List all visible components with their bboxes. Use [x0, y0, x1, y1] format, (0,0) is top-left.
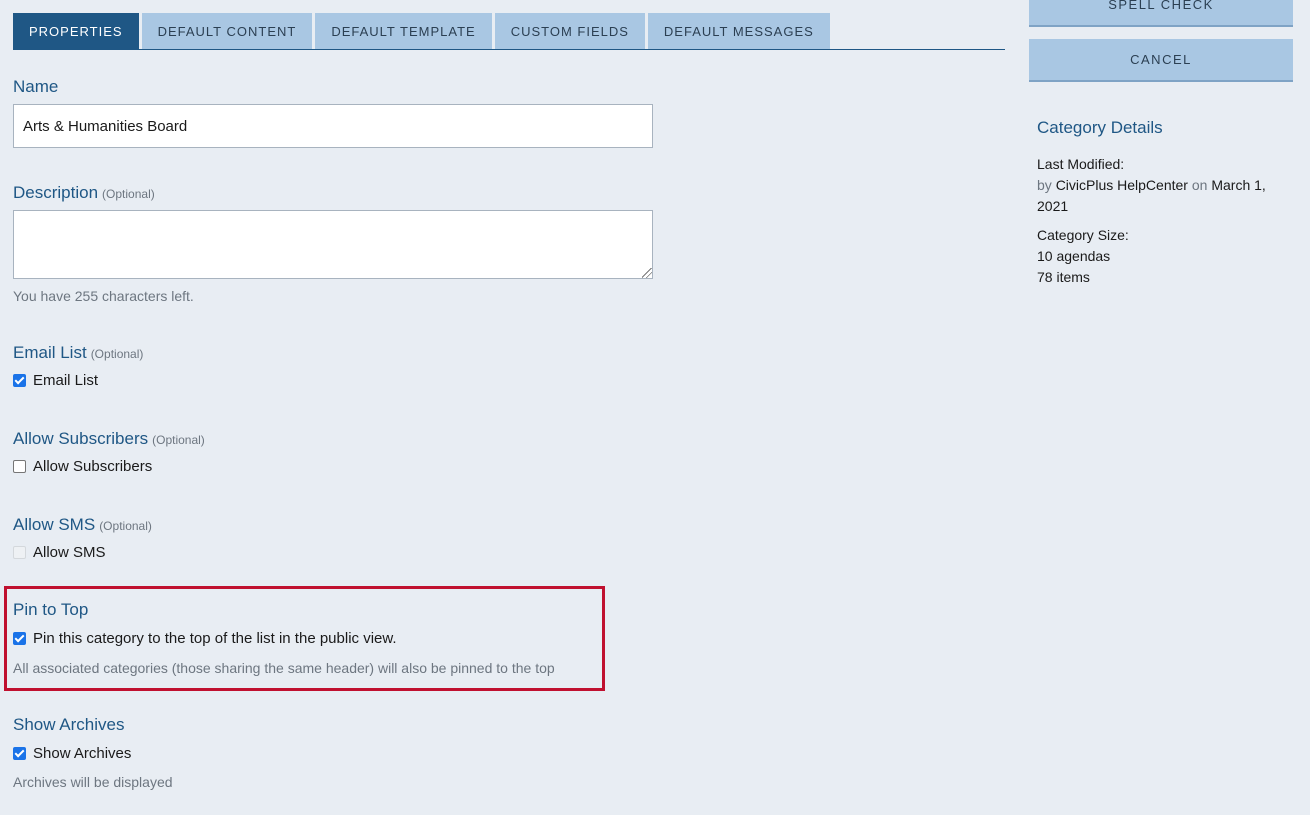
pin-to-top-option[interactable]: Pin this category to the top of the list… — [13, 630, 397, 647]
show-archives-label: Show Archives — [13, 715, 125, 735]
description-optional-tag: (Optional) — [102, 187, 155, 201]
by-word: by — [1037, 177, 1052, 193]
modified-by: CivicPlus HelpCenter — [1055, 177, 1188, 193]
allow-sms-label: Allow SMS (Optional) — [13, 515, 152, 535]
category-properties-page: PROPERTIES DEFAULT CONTENT DEFAULT TEMPL… — [0, 0, 1310, 815]
category-size-section: Category Size: 10 agendas 78 items — [1037, 225, 1287, 288]
allow-sms-checkbox — [13, 546, 26, 559]
show-archives-checkbox-label: Show Archives — [33, 745, 132, 762]
allow-sms-label-text: Allow SMS — [13, 515, 96, 534]
email-list-checkbox[interactable] — [13, 374, 26, 387]
on-word: on — [1191, 177, 1208, 193]
cancel-button[interactable]: CANCEL — [1029, 39, 1293, 82]
show-archives-checkbox[interactable] — [13, 747, 26, 760]
allow-subscribers-checkbox-label: Allow Subscribers — [33, 458, 153, 475]
allow-subscribers-label: Allow Subscribers (Optional) — [13, 429, 205, 449]
show-archives-option[interactable]: Show Archives — [13, 745, 131, 762]
email-list-label-text: Email List — [13, 343, 87, 362]
email-list-label: Email List (Optional) — [13, 343, 143, 363]
tab-properties[interactable]: PROPERTIES — [13, 13, 139, 49]
show-archives-label-text: Show Archives — [13, 715, 125, 734]
description-textarea[interactable] — [13, 210, 653, 279]
allow-subscribers-checkbox[interactable] — [13, 460, 26, 473]
last-modified-section: Last Modified: by CivicPlus HelpCenter o… — [1037, 154, 1287, 217]
tab-bar: PROPERTIES DEFAULT CONTENT DEFAULT TEMPL… — [13, 13, 1005, 50]
agendas-count: 10 agendas — [1037, 248, 1111, 264]
name-label: Name — [13, 77, 58, 97]
allow-subscribers-label-text: Allow Subscribers — [13, 429, 149, 448]
tab-default-messages[interactable]: DEFAULT MESSAGES — [647, 13, 830, 49]
show-archives-help: Archives will be displayed — [13, 774, 173, 790]
name-input[interactable] — [13, 104, 653, 148]
tab-custom-fields[interactable]: CUSTOM FIELDS — [494, 13, 645, 49]
allow-sms-optional-tag: (Optional) — [99, 519, 152, 533]
category-size-label: Category Size: — [1037, 227, 1129, 243]
email-list-option[interactable]: Email List — [13, 372, 98, 389]
last-modified-label: Last Modified: — [1037, 156, 1125, 172]
email-list-optional-tag: (Optional) — [90, 347, 144, 361]
last-modified-value: by CivicPlus HelpCenter on March 1, 2021 — [1037, 175, 1287, 217]
description-char-count: You have 255 characters left. — [13, 288, 194, 304]
tab-default-content[interactable]: DEFAULT CONTENT — [141, 13, 313, 49]
name-label-text: Name — [13, 77, 59, 96]
description-label-text: Description — [13, 183, 99, 202]
allow-subscribers-option[interactable]: Allow Subscribers — [13, 458, 152, 475]
pin-to-top-checkbox[interactable] — [13, 632, 26, 645]
pin-to-top-checkbox-label: Pin this category to the top of the list… — [33, 630, 397, 647]
spell-check-button[interactable]: SPELL CHECK — [1029, 0, 1293, 27]
pin-to-top-help: All associated categories (those sharing… — [13, 660, 555, 676]
allow-sms-option: Allow SMS — [13, 544, 106, 561]
allow-subscribers-optional-tag: (Optional) — [152, 433, 205, 447]
description-label: Description (Optional) — [13, 183, 155, 203]
items-count: 78 items — [1037, 269, 1090, 285]
textarea-resize-handle[interactable] — [642, 268, 652, 278]
category-details-title: Category Details — [1037, 118, 1163, 137]
pin-to-top-label: Pin to Top — [13, 600, 88, 620]
email-list-checkbox-label: Email List — [33, 372, 99, 389]
allow-sms-checkbox-label: Allow SMS — [33, 544, 106, 561]
tab-default-template[interactable]: DEFAULT TEMPLATE — [315, 13, 492, 49]
pin-to-top-label-text: Pin to Top — [13, 600, 89, 619]
